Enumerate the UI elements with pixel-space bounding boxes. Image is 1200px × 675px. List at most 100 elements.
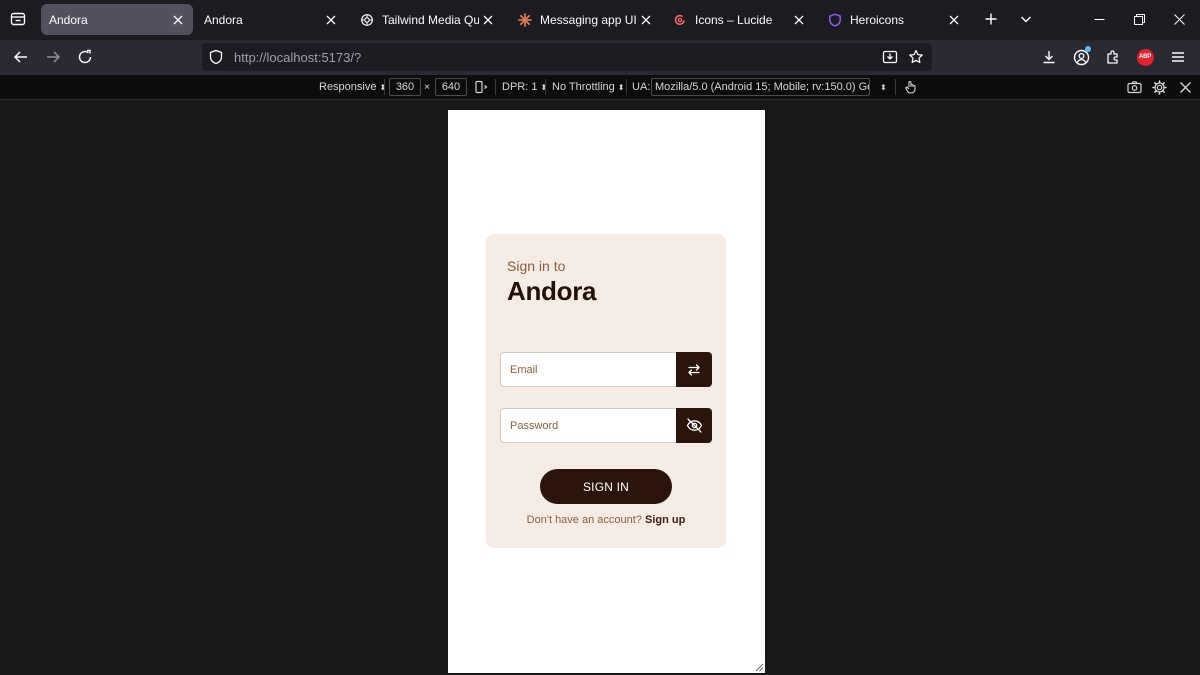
reload-icon bbox=[77, 49, 93, 65]
divider bbox=[384, 79, 385, 95]
close-icon[interactable] bbox=[790, 11, 808, 29]
install-app-icon[interactable] bbox=[880, 47, 900, 67]
minimize-button[interactable] bbox=[1085, 5, 1113, 33]
signin-card: Sign in to Andora Email Password SIGN IN… bbox=[486, 234, 726, 548]
user-agent-label: UA: bbox=[632, 81, 651, 93]
device-selector-label: Responsive bbox=[319, 81, 377, 93]
viewport-height-input[interactable]: 640 bbox=[435, 78, 467, 96]
tab-title: Andora bbox=[49, 12, 88, 27]
navigation-toolbar: http://localhost:5173/? ABP bbox=[0, 40, 1200, 75]
device-selector[interactable]: Responsive ⬍ bbox=[319, 75, 386, 99]
reload-button[interactable] bbox=[70, 42, 100, 72]
lucide-icon bbox=[672, 12, 688, 28]
tab-messaging-app[interactable]: Messaging app UI desi bbox=[509, 4, 659, 35]
touch-hand-icon bbox=[904, 80, 918, 94]
list-all-tabs-button[interactable] bbox=[1012, 5, 1040, 33]
screenshot-button[interactable] bbox=[1127, 75, 1142, 99]
dimension-separator: × bbox=[424, 81, 430, 93]
arrows-swap-icon bbox=[686, 362, 702, 378]
arrow-right-icon bbox=[45, 49, 61, 65]
email-field-group: Email bbox=[500, 352, 712, 387]
password-field-group: Password bbox=[500, 408, 712, 443]
shield-icon[interactable] bbox=[208, 49, 224, 65]
close-rdm-button[interactable] bbox=[1180, 75, 1191, 99]
viewport-width-input[interactable]: 360 bbox=[389, 78, 421, 96]
rotate-viewport-button[interactable] bbox=[474, 75, 488, 99]
close-icon[interactable] bbox=[637, 11, 655, 29]
downloads-button[interactable] bbox=[1034, 42, 1064, 72]
forward-button[interactable] bbox=[38, 42, 68, 72]
updown-icon: ⬍ bbox=[617, 82, 625, 92]
close-icon[interactable] bbox=[169, 11, 187, 29]
window-close-button[interactable] bbox=[1165, 5, 1193, 33]
tab-icons-lucide[interactable]: Icons – Lucide bbox=[664, 4, 814, 35]
throttling-selector[interactable]: No Throttling ⬍ bbox=[552, 75, 624, 99]
touch-simulation-button[interactable] bbox=[904, 75, 918, 99]
tab-strip: Andora Andora Tailwind Media Queries Mes… bbox=[0, 0, 1200, 40]
restore-icon bbox=[1133, 13, 1145, 25]
divider bbox=[895, 79, 896, 95]
signin-button[interactable]: SIGN IN bbox=[540, 469, 672, 504]
account-button[interactable] bbox=[1066, 42, 1096, 72]
throttling-label: No Throttling bbox=[552, 81, 615, 93]
new-tab-button[interactable] bbox=[977, 5, 1005, 33]
extensions-button[interactable] bbox=[1098, 42, 1128, 72]
camera-icon bbox=[1127, 80, 1142, 94]
url-host: http://localhost bbox=[234, 49, 318, 65]
tab-title: Messaging app UI desi bbox=[540, 12, 637, 27]
tab-andora-active[interactable]: Andora bbox=[41, 4, 193, 35]
download-icon bbox=[1041, 49, 1057, 65]
close-icon[interactable] bbox=[322, 11, 340, 29]
adblock-plus-button[interactable]: ABP bbox=[1130, 42, 1160, 72]
tab-heroicons[interactable]: Heroicons bbox=[819, 4, 969, 35]
updown-icon: ⬍ bbox=[379, 82, 387, 92]
signup-prompt-line: Don't have an account? Sign up bbox=[486, 514, 726, 526]
tab-tailwind-media-queries[interactable]: Tailwind Media Queries bbox=[351, 4, 501, 35]
dpr-selector[interactable]: DPR: 1 ⬍ bbox=[502, 75, 547, 99]
viewport-resize-handle[interactable] bbox=[754, 662, 764, 672]
firefox-view-button[interactable] bbox=[4, 5, 32, 33]
heroicons-icon bbox=[827, 12, 843, 28]
tab-title: Icons – Lucide bbox=[695, 12, 773, 27]
close-icon[interactable] bbox=[945, 11, 963, 29]
notification-dot bbox=[1085, 46, 1091, 52]
adblock-plus-icon: ABP bbox=[1136, 48, 1154, 66]
password-field[interactable]: Password bbox=[500, 408, 676, 443]
arrow-left-icon bbox=[13, 49, 29, 65]
hamburger-menu-icon bbox=[1171, 50, 1185, 64]
url-bar[interactable]: http://localhost:5173/? bbox=[202, 43, 932, 71]
plus-icon bbox=[985, 13, 997, 25]
switch-login-method-button[interactable] bbox=[676, 352, 712, 387]
tab-title: Tailwind Media Queries bbox=[382, 12, 479, 27]
restore-button[interactable] bbox=[1125, 5, 1153, 33]
close-icon bbox=[1173, 13, 1185, 25]
back-button[interactable] bbox=[6, 42, 36, 72]
url-text[interactable]: http://localhost:5173/? bbox=[234, 50, 361, 65]
signup-link[interactable]: Sign up bbox=[645, 514, 685, 526]
updown-icon: ⬍ bbox=[540, 82, 548, 92]
signin-eyebrow: Sign in to bbox=[507, 258, 566, 274]
tab-title: Heroicons bbox=[850, 12, 905, 27]
app-menu-button[interactable] bbox=[1163, 42, 1193, 72]
dpr-label: DPR: 1 bbox=[502, 81, 538, 93]
url-actions bbox=[880, 47, 926, 67]
divider bbox=[495, 79, 496, 95]
user-agent-dropdown[interactable]: ⬍ bbox=[877, 75, 887, 99]
device-viewport: Sign in to Andora Email Password SIGN IN… bbox=[448, 110, 765, 673]
email-field[interactable]: Email bbox=[500, 352, 676, 387]
settings-button[interactable] bbox=[1152, 75, 1167, 99]
url-path: :5173/? bbox=[317, 49, 362, 65]
responsive-design-toolbar: Responsive ⬍ 360 × 640 DPR: 1 ⬍ No Throttl… bbox=[0, 75, 1200, 100]
signup-prompt: Don't have an account? bbox=[526, 514, 642, 526]
bookmark-star-icon[interactable] bbox=[906, 47, 926, 67]
toggle-password-visibility-button[interactable] bbox=[676, 408, 712, 443]
updown-icon: ⬍ bbox=[880, 82, 887, 92]
openai-icon bbox=[359, 12, 375, 28]
gear-icon bbox=[1152, 79, 1167, 95]
divider bbox=[626, 79, 627, 95]
tab-andora[interactable]: Andora bbox=[196, 4, 346, 35]
minimize-icon bbox=[1094, 14, 1105, 25]
user-agent-input[interactable]: Mozilla/5.0 (Android 15; Mobile; rv:150.… bbox=[651, 78, 870, 96]
close-icon[interactable] bbox=[479, 11, 497, 29]
tab-title: Andora bbox=[204, 12, 243, 27]
